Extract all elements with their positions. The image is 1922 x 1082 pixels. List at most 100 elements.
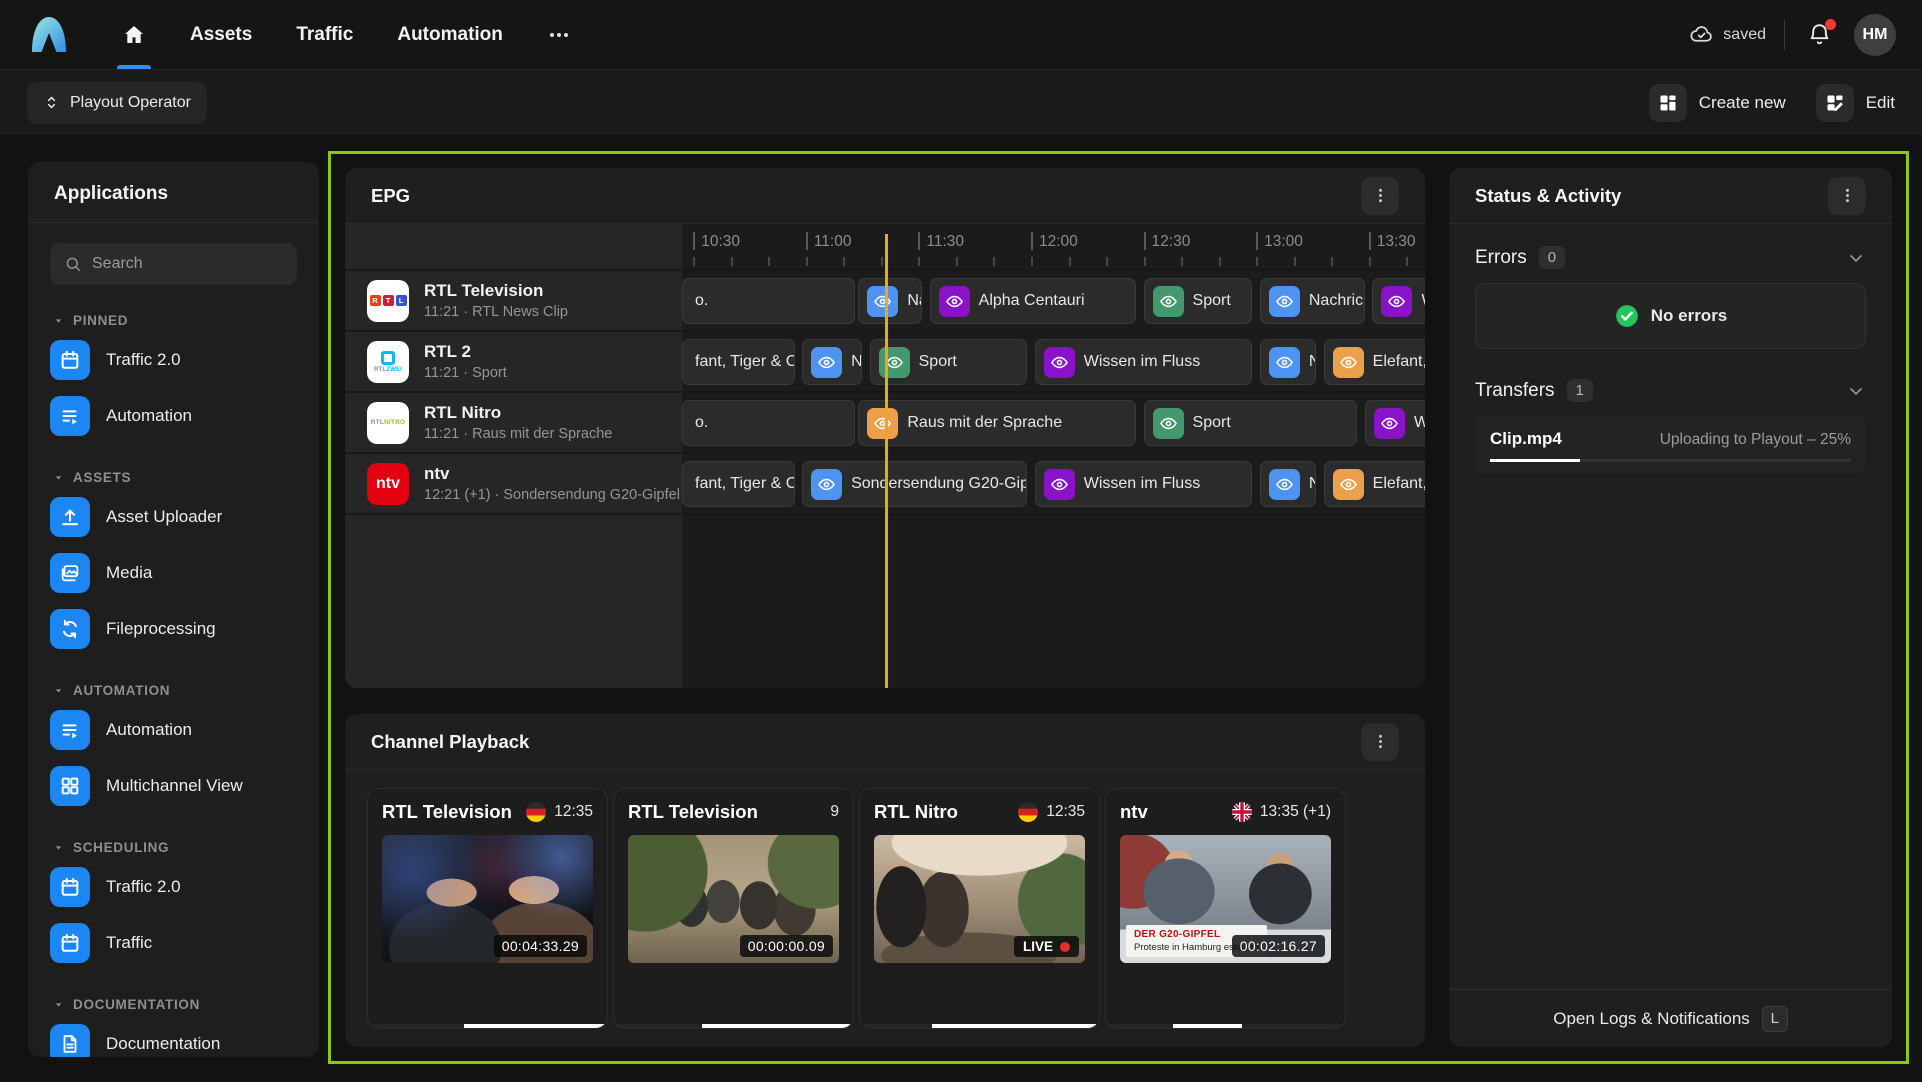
epg-program[interactable]: Sondersendung G20-Gipfel xyxy=(802,461,1027,507)
timecode-overlay: 00:00:00.09 xyxy=(740,935,833,957)
chevron-down-icon[interactable] xyxy=(1846,381,1866,401)
epg-program[interactable]: Wissen im Fluss xyxy=(1035,339,1253,385)
playback-card-rtl-television[interactable]: RTL Television900:00:00.09 xyxy=(613,788,854,1029)
epg-program[interactable]: Sport xyxy=(1144,278,1253,324)
kebab-icon xyxy=(1838,186,1857,205)
minor-tick xyxy=(693,257,695,266)
epg-program[interactable]: Nachrichten xyxy=(1260,339,1316,385)
sidebar-section-header-documentation[interactable]: DOCUMENTATION xyxy=(28,993,319,1016)
nav-item-label: Traffic xyxy=(296,24,353,46)
epg-channel-rtl-nitro[interactable]: RTLNITRORTL Nitro11:21 · Raus mit der Sp… xyxy=(345,393,682,454)
sidebar-item-automation[interactable]: Automation xyxy=(28,702,319,758)
major-tick xyxy=(918,232,920,250)
epg-channel-ntv[interactable]: ntvntv12:21 (+1) · Sondersendung G20-Gip… xyxy=(345,454,682,515)
sidebar-section-header-assets[interactable]: ASSETS xyxy=(28,466,319,489)
check-circle-icon xyxy=(1614,303,1640,329)
program-label: Nachrichten xyxy=(851,353,862,371)
epg-channel-rtl-2[interactable]: RTLZWEIRTL 211:21 · Sport xyxy=(345,332,682,393)
nav-item-home[interactable] xyxy=(100,0,168,69)
media-icon xyxy=(50,553,90,593)
epg-program[interactable]: Sport xyxy=(870,339,1028,385)
playback-card-rtl-television[interactable]: RTL Television12:3500:04:33.29 xyxy=(367,788,608,1029)
playback-channel-name: ntv xyxy=(1120,801,1224,823)
epg-program[interactable]: o. xyxy=(682,400,855,446)
transfer-item[interactable]: Clip.mp4 Uploading to Playout – 25% xyxy=(1475,416,1866,473)
create-new-button[interactable]: Create new xyxy=(1649,84,1786,122)
playback-card-ntv[interactable]: ntv13:35 (+1)DER G20-GIPFELProteste in H… xyxy=(1105,788,1346,1029)
epg-program[interactable]: Nachrichten xyxy=(1260,461,1316,507)
playlist-icon xyxy=(50,396,90,436)
nav-item-automation[interactable]: Automation xyxy=(375,0,525,69)
epg-program[interactable]: Raus mit der Sprache xyxy=(858,400,1136,446)
role-selector[interactable]: Playout Operator xyxy=(27,82,207,124)
epg-program[interactable]: Wissen im Fluss xyxy=(1365,400,1425,446)
sidebar-item-fileprocessing[interactable]: Fileprocessing xyxy=(28,601,319,657)
sidebar-section-header-pinned[interactable]: PINNED xyxy=(28,309,319,332)
sidebar-item-multichannel-view[interactable]: Multichannel View xyxy=(28,758,319,814)
epg-program[interactable]: Nachrichten xyxy=(802,339,862,385)
epg-program[interactable]: Wissen im Fluss xyxy=(1035,461,1253,507)
sidebar-section-header-automation[interactable]: AUTOMATION xyxy=(28,679,319,702)
sidebar-item-asset-uploader[interactable]: Asset Uploader xyxy=(28,489,319,545)
epg-program-row: o.NachrichtenAlpha CentauriSportNachrich… xyxy=(682,271,1425,332)
major-tick xyxy=(693,232,695,250)
search-input[interactable] xyxy=(50,243,297,285)
program-label: fant, Tiger & Co. xyxy=(695,475,795,493)
epg-program[interactable]: Nachrichten xyxy=(858,278,922,324)
nav-right: saved HM xyxy=(1689,14,1896,56)
chevron-down-icon[interactable] xyxy=(1846,248,1866,268)
epg-program[interactable]: fant, Tiger & Co. xyxy=(682,339,795,385)
sidebar-item-traffic[interactable]: Traffic xyxy=(28,915,319,971)
sidebar-section-label: ASSETS xyxy=(73,470,131,485)
open-logs-button[interactable]: Open Logs & Notifications L xyxy=(1449,989,1892,1047)
transfers-section-header[interactable]: Transfers 1 xyxy=(1475,379,1866,402)
playback-local-time: 12:35 xyxy=(1046,803,1085,821)
edit-button[interactable]: Edit xyxy=(1816,84,1895,122)
sidebar-item-label: Media xyxy=(106,563,152,583)
sidebar-item-documentation[interactable]: Documentation xyxy=(28,1016,319,1057)
epg-time-ruler: 10:3011:0011:3012:0012:3013:0013:30 xyxy=(682,224,1425,271)
sidebar-section-header-scheduling[interactable]: SCHEDULING xyxy=(28,836,319,859)
nav-item-assets[interactable]: Assets xyxy=(168,0,274,69)
program-label: Alpha Centauri xyxy=(979,292,1085,310)
epg-program[interactable]: fant, Tiger & Co. xyxy=(682,461,795,507)
notifications-button[interactable] xyxy=(1803,18,1836,51)
time-label: 11:30 xyxy=(926,233,964,251)
flag-uk-icon xyxy=(1232,802,1252,822)
home-icon xyxy=(122,23,146,47)
sidebar-item-automation[interactable]: Automation xyxy=(28,388,319,444)
epg-program[interactable]: Sport xyxy=(1144,400,1358,446)
status-title: Status & Activity xyxy=(1475,185,1621,207)
status-header: Status & Activity xyxy=(1449,168,1892,224)
sidebar-item-traffic-2-0[interactable]: Traffic 2.0 xyxy=(28,332,319,388)
epg-program[interactable]: Nachrichten xyxy=(1260,278,1365,324)
epg-program[interactable]: Wissen im Fluss xyxy=(1372,278,1425,324)
epg-program[interactable]: Elefant, Tiger & Co. xyxy=(1324,461,1425,507)
nav-item-more[interactable] xyxy=(525,0,593,69)
program-label: Sport xyxy=(919,353,957,371)
epg-program[interactable]: o. xyxy=(682,278,855,324)
epg-channel-rtl-television[interactable]: RTLRTL Television11:21 · RTL News Clip xyxy=(345,271,682,332)
avatar[interactable]: HM xyxy=(1854,14,1896,56)
sidebar-item-media[interactable]: Media xyxy=(28,545,319,601)
minor-tick xyxy=(1256,257,1258,266)
grid-icon xyxy=(50,766,90,806)
epg-program[interactable]: Elefant, Tiger & Co. xyxy=(1324,339,1425,385)
program-label: Wissen im Fluss xyxy=(1084,475,1200,493)
playback-local-time: 9 xyxy=(830,803,839,821)
transfers-label: Transfers xyxy=(1475,380,1555,402)
status-menu-button[interactable] xyxy=(1828,177,1866,215)
epg-menu-button[interactable] xyxy=(1361,177,1399,215)
playback-menu-button[interactable] xyxy=(1361,723,1399,761)
errors-section-header[interactable]: Errors 0 xyxy=(1475,246,1866,269)
major-tick xyxy=(1144,232,1146,250)
epg-program[interactable]: Alpha Centauri xyxy=(930,278,1136,324)
sidebar-item-traffic-2-0[interactable]: Traffic 2.0 xyxy=(28,859,319,915)
playback-card-rtl-nitro[interactable]: RTL Nitro12:35LIVE xyxy=(859,788,1100,1029)
app-logo[interactable] xyxy=(26,12,72,58)
minor-tick xyxy=(1369,257,1371,266)
playback-progress-fill xyxy=(702,1024,853,1028)
nav-item-traffic[interactable]: Traffic xyxy=(274,0,375,69)
playback-card-header: RTL Nitro12:35 xyxy=(860,789,1099,835)
eye-icon xyxy=(1044,469,1075,500)
